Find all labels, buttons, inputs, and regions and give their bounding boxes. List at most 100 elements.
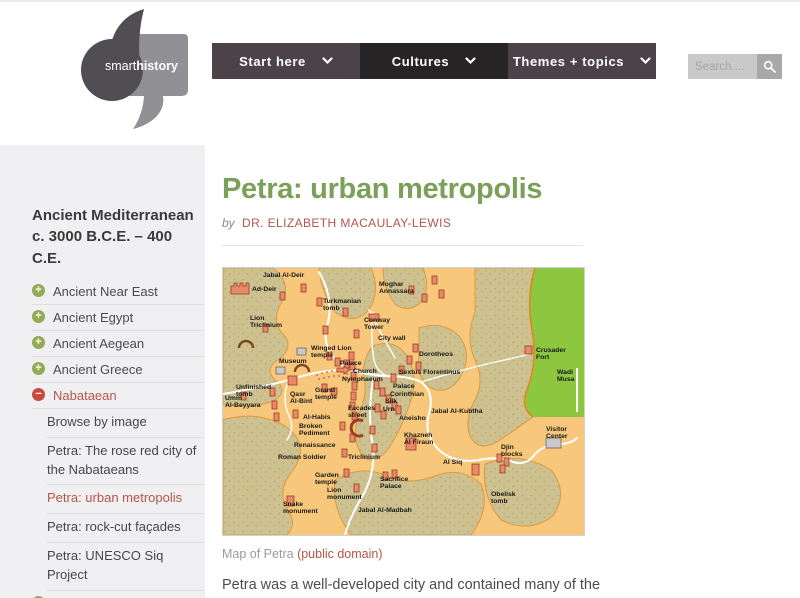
map-building-icon: [339, 421, 346, 431]
map-label: Al Siq: [443, 459, 462, 466]
nav-themes-topics-label: Themes + topics: [512, 53, 625, 69]
map-building-icon: [316, 297, 323, 307]
map-trail-dot: [338, 375, 340, 377]
map-building-icon: [322, 325, 329, 335]
map-trail-dot: [333, 375, 335, 377]
map-building-icon: [348, 351, 355, 361]
map-monastery-icon: [230, 282, 250, 295]
map-trail-dot: [346, 373, 348, 375]
map-building-icon: [353, 483, 360, 493]
map-label: City wall: [378, 335, 406, 342]
nav-themes-topics[interactable]: Themes + topics: [508, 43, 656, 79]
sidebar-item-etruscan[interactable]: + Etruscan: [32, 591, 204, 598]
map-building-icon: [341, 448, 348, 458]
logo-word-smart: smart: [105, 59, 137, 73]
byline: by DR. ELIZABETH MACAULAY-LEWIS: [222, 216, 800, 230]
map-label: Museum: [279, 358, 307, 365]
sidebar: Ancient Mediterranean c. 3000 B.C.E. – 4…: [32, 205, 204, 598]
sidebar-heading-line1: Ancient Mediterranean: [32, 207, 194, 224]
sidebar-item-ancient-greece[interactable]: + Ancient Greece: [32, 357, 204, 383]
map-caption: Map of Petra (public domain): [222, 547, 585, 561]
sidebar-item-ancient-near-east[interactable]: + Ancient Near East: [32, 279, 204, 305]
plus-icon[interactable]: +: [32, 309, 45, 323]
map-building-icon: [431, 275, 438, 285]
map-building-icon: [421, 293, 428, 303]
map-building-icon: [300, 283, 307, 293]
map-label: Dorotheos: [419, 351, 453, 358]
sidebar-subitem-browse-by-image[interactable]: Browse by image: [47, 409, 204, 438]
map-building-icon: [351, 381, 358, 391]
article-paragraph: Petra was a well-developed city and cont…: [222, 575, 800, 598]
map-label: Palace: [393, 383, 415, 390]
map-label: Jabal Al-Kubtha: [431, 408, 483, 415]
map-label: Garden temple: [315, 472, 339, 486]
map-label: Sextus Florentinus: [399, 369, 460, 376]
map-trail-dot: [326, 371, 328, 373]
map-trail-dot: [328, 376, 330, 378]
chevron-down-icon: [465, 57, 476, 65]
map-label: Khazneh Al Firaun: [404, 432, 433, 446]
browser-page: smarthistory Start here Cultures Themes …: [0, 0, 800, 598]
sidebar-heading-line2: c. 3000 B.C.E. – 400 C.E.: [32, 228, 173, 267]
map-trail-dot: [318, 378, 320, 380]
minus-icon[interactable]: −: [32, 387, 45, 401]
nav-cultures[interactable]: Cultures: [360, 43, 508, 79]
sidebar-item-ancient-aegean[interactable]: + Ancient Aegean: [32, 331, 204, 357]
map-label: Wadi Musa: [557, 369, 575, 383]
map-label: Corinthian: [390, 391, 424, 398]
sidebar-item-label: Ancient Near East: [53, 283, 158, 299]
map-building-icon: [406, 355, 413, 365]
sidebar-subitem-urban-metropolis[interactable]: Petra: urban metropolis: [47, 485, 204, 515]
map-label: Palace: [340, 360, 362, 367]
search-button[interactable]: [757, 54, 782, 79]
nav-start-here-label: Start here: [239, 53, 306, 69]
chevron-down-icon: [322, 57, 333, 65]
map-building-icon: [374, 403, 381, 413]
smarthistory-wordmark: smarthistory: [105, 59, 178, 73]
map-label: Ad-Deir: [252, 286, 277, 293]
byline-prefix: by: [222, 216, 235, 230]
sidebar-item-ancient-egypt[interactable]: + Ancient Egypt: [32, 305, 204, 331]
search-box: [688, 54, 782, 79]
sidebar-item-label: Ancient Aegean: [53, 335, 145, 351]
smarthistory-logo[interactable]: smarthistory: [78, 6, 196, 134]
map-label: Roman Soldier: [278, 454, 326, 461]
sidebar-item-label: Ancient Egypt: [53, 309, 134, 325]
map-building-icon: [369, 425, 376, 435]
sidebar-sublist: Browse by image Petra: The rose red city…: [47, 409, 204, 591]
sidebar-subitem-rock-cut-facades[interactable]: Petra: rock-cut façades: [47, 514, 204, 544]
plus-icon[interactable]: +: [32, 361, 45, 375]
search-icon: [763, 60, 776, 73]
map-building-icon: [371, 443, 378, 453]
map-building-icon: [438, 289, 445, 299]
map-building-icon: [273, 412, 280, 422]
content-panel: Petra: urban metropolis by DR. ELIZABETH…: [205, 145, 800, 598]
map-building-icon: [279, 291, 286, 301]
map-label: Jabal Al-Deir: [263, 272, 305, 279]
petra-map-figure: Jabal Al-Deir Ad-Deir Moghar Annassara Turkm…: [222, 267, 585, 561]
map-trail-dot: [331, 370, 333, 372]
map-label: Church: [353, 368, 377, 375]
map-building-icon: [271, 400, 278, 410]
paragraph-line: Petra was a well-developed city and cont…: [222, 577, 601, 593]
author-link[interactable]: DR. ELIZABETH MACAULAY-LEWIS: [242, 216, 451, 230]
plus-icon[interactable]: +: [32, 283, 45, 297]
map-trail-dot: [316, 374, 318, 376]
sidebar-heading: Ancient Mediterranean c. 3000 B.C.E. – 4…: [32, 205, 204, 269]
map-label: Renaissance: [294, 442, 336, 449]
sidebar-subitem-rose-red-city[interactable]: Petra: The rose red city of the Nabataea…: [47, 438, 204, 486]
nav-start-here[interactable]: Start here: [212, 43, 360, 79]
map-label: Al-Habis: [303, 414, 331, 421]
map-building-icon: [390, 373, 397, 383]
search-input[interactable]: [688, 54, 757, 79]
plus-icon[interactable]: +: [32, 335, 45, 349]
main-navigation: Start here Cultures Themes + topics: [212, 43, 656, 79]
sidebar-item-nabataean[interactable]: − Nabataean: [32, 383, 204, 409]
map-trail-dot: [321, 372, 323, 374]
map-label: Triclinium: [348, 454, 380, 461]
sidebar-subitem-unesco-siq-project[interactable]: Petra: UNESCO Siq Project: [47, 543, 204, 591]
map-label: Aneisho: [399, 415, 426, 422]
petra-map-svg: Jabal Al-DeirAd-DeirMoghar AnnassaraTurkm…: [222, 267, 585, 536]
page-body: Petra: urban metropolis by DR. ELIZABETH…: [0, 145, 800, 598]
public-domain-link[interactable]: (public domain): [297, 547, 382, 561]
